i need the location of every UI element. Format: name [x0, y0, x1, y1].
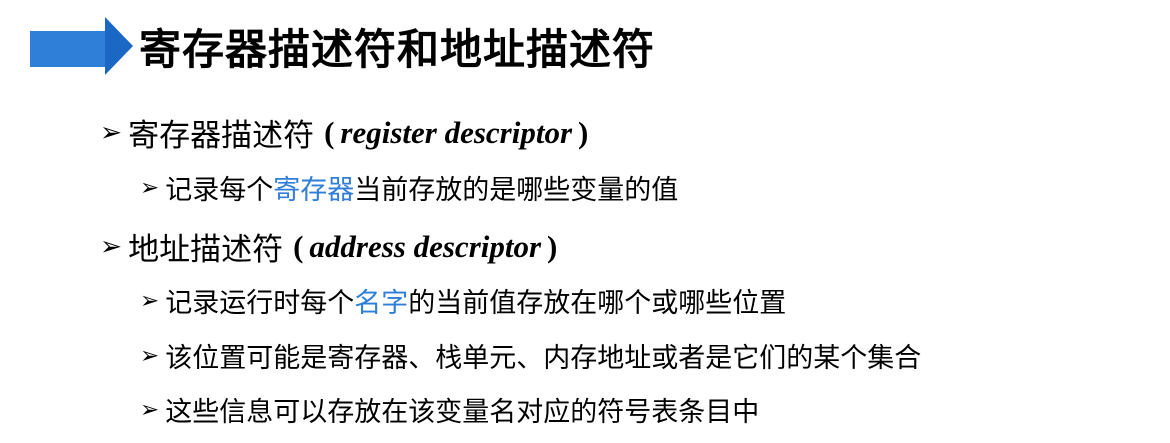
bullet-arrow-icon: ➢: [100, 117, 123, 148]
bullet-text: 这些信息可以存放在该变量名对应的符号表条目中: [165, 397, 760, 428]
title-marker-arrowhead: [105, 17, 133, 75]
bullet-symbol-table: ➢ 这些信息可以存放在该变量名对应的符号表条目中: [140, 390, 759, 429]
bullet-highlight: 寄存器: [273, 175, 355, 206]
bullet-register-desc-detail: ➢ 记录每个 寄存器 当前存放的是哪些变量的值: [140, 168, 678, 207]
bullet-text: 该位置可能是寄存器、栈单元、内存地址或者是它们的某个集合: [165, 343, 922, 374]
title-marker-bar: [30, 31, 105, 67]
bullet-text-after: 的当前值存放在哪个或哪些位置: [408, 288, 787, 319]
bullet-address-desc-detail: ➢ 记录运行时每个 名字 的当前值存放在哪个或哪些位置: [140, 281, 786, 320]
bullet-text-before: 记录运行时每个: [165, 288, 355, 319]
paren-open: (: [293, 228, 304, 264]
bullet-cn-text: 地址描述符: [128, 232, 284, 268]
bullet-arrow-icon: ➢: [140, 174, 160, 201]
bullet-cn-text: 寄存器描述符: [128, 118, 315, 154]
bullet-arrow-icon: ➢: [100, 231, 123, 262]
title-arrow-marker: [30, 17, 135, 75]
bullet-arrow-icon: ➢: [140, 342, 160, 369]
bullet-en-text: address descriptor: [309, 228, 542, 264]
bullet-arrow-icon: ➢: [140, 396, 160, 423]
paren-close: ): [578, 114, 589, 150]
slide-title-bar: 寄存器描述符和地址描述符: [30, 14, 1150, 78]
bullet-register-descriptor: ➢ 寄存器描述符 ( register descriptor ): [100, 110, 588, 155]
bullet-en-text: register descriptor: [340, 114, 573, 150]
bullet-location-types: ➢ 该位置可能是寄存器、栈单元、内存地址或者是它们的某个集合: [140, 336, 921, 375]
bullet-highlight: 名字: [354, 288, 409, 319]
paren-close: ): [547, 228, 558, 264]
paren-open: (: [324, 114, 335, 150]
bullet-arrow-icon: ➢: [140, 287, 160, 314]
bullet-text-before: 记录每个: [165, 175, 274, 206]
bullet-address-descriptor: ➢ 地址描述符 ( address descriptor ): [100, 224, 557, 269]
bullet-text-after: 当前存放的是哪些变量的值: [354, 175, 679, 206]
slide-title: 寄存器描述符和地址描述符: [139, 24, 656, 74]
